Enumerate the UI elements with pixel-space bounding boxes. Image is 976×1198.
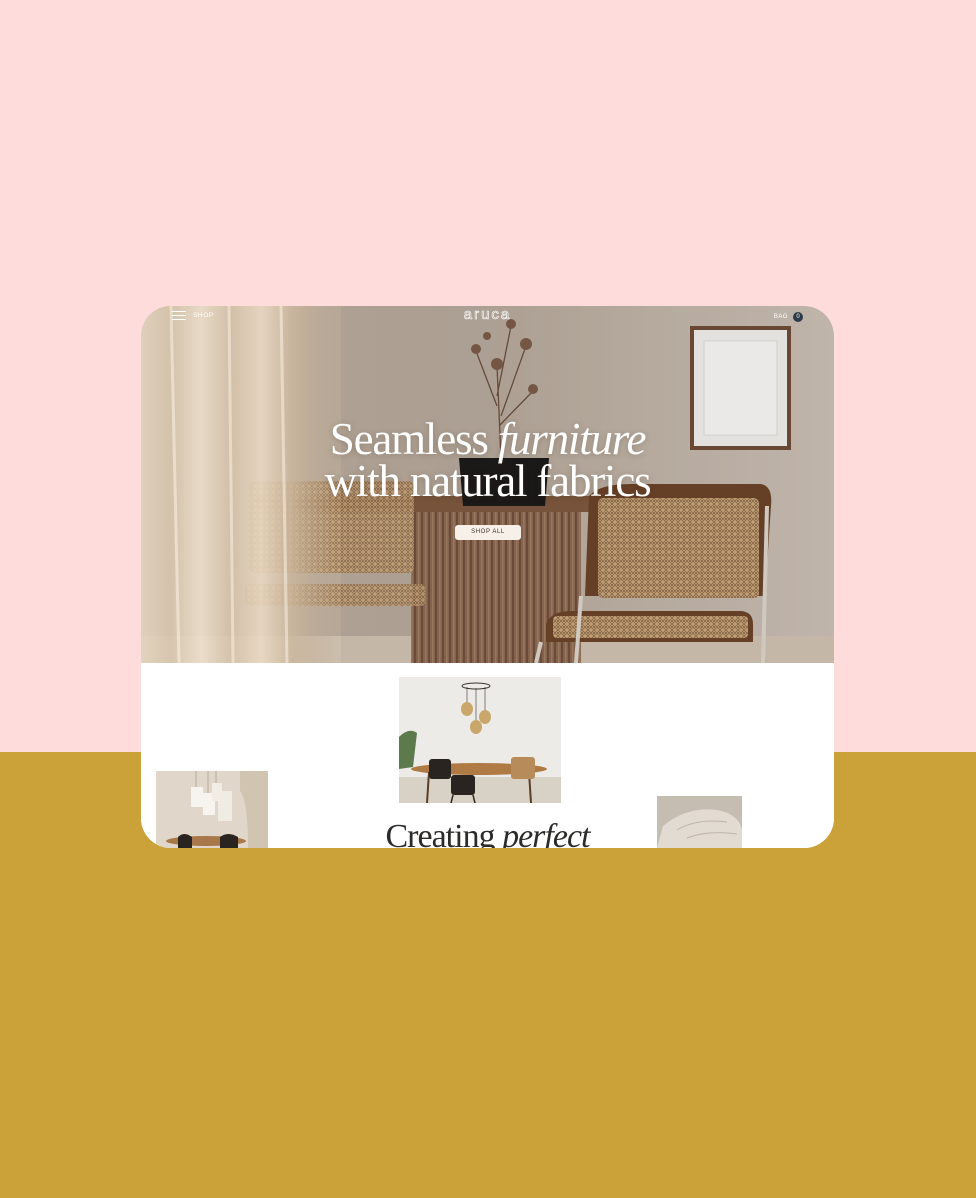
website-preview-card: SHOP aruca BAG 0 Seamless furniture with… <box>141 306 834 848</box>
headline-line2: with natural fabrics <box>324 456 652 506</box>
bag-label: BAG <box>773 314 788 320</box>
bag-button[interactable]: BAG 0 <box>774 312 803 322</box>
hero-section: SHOP aruca BAG 0 Seamless furniture with… <box>141 306 834 663</box>
section-heading-italic: perfect <box>502 818 590 849</box>
dining-set-photo <box>399 677 561 803</box>
top-navigation: SHOP aruca BAG 0 <box>141 306 834 328</box>
hero-headline: Seamless furniture with natural fabrics <box>141 417 834 504</box>
section-heading-regular: Creating <box>385 818 503 849</box>
editorial-section: Creating perfect <box>141 663 834 848</box>
bag-count-badge: 0 <box>793 312 803 322</box>
section-heading: Creating perfect <box>141 818 834 849</box>
brand-logo[interactable]: aruca <box>141 306 834 323</box>
shop-all-button[interactable]: SHOP ALL <box>455 525 521 540</box>
